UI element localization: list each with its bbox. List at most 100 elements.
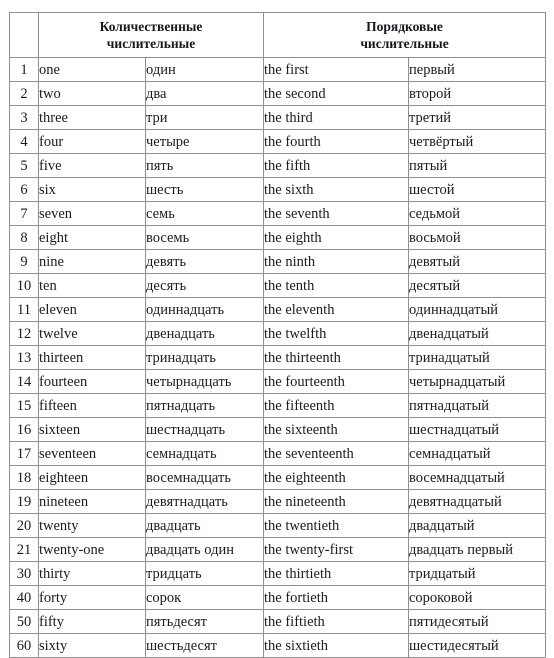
cell-cardinal-ru: четыре <box>145 129 264 154</box>
cell-cardinal-en: eighteen <box>38 465 146 490</box>
cell-ordinal-en: the sixtieth <box>263 633 409 658</box>
header-cardinal-line2: числительные <box>106 36 196 51</box>
cell-cardinal-ru: шесть <box>145 177 264 202</box>
cell-ordinal-en: the fortieth <box>263 585 409 610</box>
cell-ordinal-ru: десятый <box>407 273 547 298</box>
cell-ordinal-en: the twenty-first <box>263 537 409 562</box>
cell-cardinal-en: nineteen <box>38 489 146 514</box>
cell-number: 3 <box>9 105 39 130</box>
cell-ordinal-ru: четырнадцатый <box>407 369 547 394</box>
cell-cardinal-en: fifteen <box>38 393 146 418</box>
cell-cardinal-ru: двенадцать <box>145 321 264 346</box>
cell-ordinal-en: the second <box>263 81 409 106</box>
cell-ordinal-ru: шестой <box>407 177 547 202</box>
table-row: 20 twenty двадцать the twentieth двадцатый <box>9 513 547 538</box>
table-row: 50 fifty пятьдесят the fiftieth пятидесятый <box>9 609 547 634</box>
cell-cardinal-ru: тринадцать <box>145 345 264 370</box>
table-row: 13 thirteen тринадцать the thirteenth тринад… <box>9 345 547 370</box>
cell-ordinal-en: the eighth <box>263 225 409 250</box>
table-row: 60 sixty шестьдесят the sixtieth шестидесяты… <box>9 633 547 658</box>
cell-number: 60 <box>9 633 39 658</box>
numerals-table: Количественные числительные Порядковые ч… <box>9 12 547 658</box>
cell-number: 30 <box>9 561 39 586</box>
table-row: 21 twenty-one двадцать один the twenty-firs… <box>9 537 547 562</box>
header-corner-cell <box>9 12 39 58</box>
cell-ordinal-en: the twentieth <box>263 513 409 538</box>
cell-cardinal-en: twenty <box>38 513 146 538</box>
cell-number: 19 <box>9 489 39 514</box>
cell-number: 6 <box>9 177 39 202</box>
cell-cardinal-en: fourteen <box>38 369 146 394</box>
cell-cardinal-ru: три <box>145 105 264 130</box>
cell-ordinal-ru: пятидесятый <box>407 609 547 634</box>
cell-number: 11 <box>9 297 39 322</box>
cell-number: 7 <box>9 201 39 226</box>
cell-cardinal-ru: семь <box>145 201 264 226</box>
cell-ordinal-ru: девятнадцатый <box>407 489 547 514</box>
cell-cardinal-en: ten <box>38 273 146 298</box>
cell-ordinal-en: the seventh <box>263 201 409 226</box>
cell-cardinal-en: thirty <box>38 561 146 586</box>
cell-cardinal-en: thirteen <box>38 345 146 370</box>
header-ordinal-line2: числительные <box>360 36 449 51</box>
cell-cardinal-en: seventeen <box>38 441 146 466</box>
cell-ordinal-ru: второй <box>407 81 547 106</box>
cell-ordinal-en: the thirtieth <box>263 561 409 586</box>
table-body: 1 one один the first первый 2 two два the second… <box>9 57 547 658</box>
cell-number: 21 <box>9 537 39 562</box>
table-row: 16 sixteen шестнадцать the sixteenth шестнад… <box>9 417 547 442</box>
cell-cardinal-ru: сорок <box>145 585 264 610</box>
cell-number: 16 <box>9 417 39 442</box>
cell-ordinal-ru: тринадцатый <box>407 345 547 370</box>
header-cardinal-line1: Количественные <box>99 19 203 34</box>
cell-ordinal-en: the third <box>263 105 409 130</box>
cell-cardinal-en: seven <box>38 201 146 226</box>
cell-cardinal-ru: тридцать <box>145 561 264 586</box>
table-row: 7 seven семь the seventh седьмой <box>9 201 547 226</box>
cell-ordinal-en: the sixth <box>263 177 409 202</box>
table-row: 3 three три the third третий <box>9 105 547 130</box>
table-row: 2 two два the second второй <box>9 81 547 106</box>
cell-ordinal-ru: четвёртый <box>407 129 547 154</box>
cell-cardinal-ru: четырнадцать <box>145 369 264 394</box>
cell-cardinal-en: three <box>38 105 146 130</box>
cell-cardinal-ru: семнадцать <box>145 441 264 466</box>
cell-cardinal-ru: девять <box>145 249 264 274</box>
header-ordinal-line1: Порядковые <box>366 19 443 34</box>
cell-ordinal-ru: одиннадцатый <box>407 297 547 322</box>
cell-cardinal-en: five <box>38 153 146 178</box>
cell-number: 14 <box>9 369 39 394</box>
cell-number: 10 <box>9 273 39 298</box>
cell-ordinal-ru: пятый <box>407 153 547 178</box>
cell-ordinal-en: the fiftieth <box>263 609 409 634</box>
header-row: Количественные числительные Порядковые ч… <box>9 12 547 58</box>
cell-cardinal-ru: одиннадцать <box>145 297 264 322</box>
header-cardinal-numerals: Количественные числительные <box>38 12 264 58</box>
cell-number: 4 <box>9 129 39 154</box>
cell-number: 18 <box>9 465 39 490</box>
cell-cardinal-ru: восемнадцать <box>145 465 264 490</box>
cell-number: 20 <box>9 513 39 538</box>
cell-cardinal-ru: пять <box>145 153 264 178</box>
cell-cardinal-ru: два <box>145 81 264 106</box>
cell-ordinal-ru: семнадцатый <box>407 441 547 466</box>
cell-cardinal-en: eight <box>38 225 146 250</box>
cell-number: 1 <box>9 57 39 82</box>
cell-number: 50 <box>9 609 39 634</box>
cell-ordinal-en: the seventeenth <box>263 441 409 466</box>
cell-ordinal-ru: двадцатый <box>407 513 547 538</box>
cell-cardinal-en: forty <box>38 585 146 610</box>
table-row: 11 eleven одиннадцать the eleventh одиннадца… <box>9 297 547 322</box>
cell-number: 12 <box>9 321 39 346</box>
cell-ordinal-en: the tenth <box>263 273 409 298</box>
cell-cardinal-ru: десять <box>145 273 264 298</box>
table-row: 9 nine девять the ninth девятый <box>9 249 547 274</box>
table-row: 8 eight восемь the eighth восьмой <box>9 225 547 250</box>
cell-cardinal-ru: один <box>145 57 264 82</box>
cell-ordinal-en: the first <box>263 57 409 82</box>
cell-ordinal-en: the fourteenth <box>263 369 409 394</box>
table-row: 12 twelve двенадцать the twelfth двенадцатый <box>9 321 547 346</box>
table-row: 6 six шесть the sixth шестой <box>9 177 547 202</box>
table-row: 30 thirty тридцать the thirtieth тридцатый <box>9 561 547 586</box>
table-row: 17 seventeen семнадцать the seventeenth семн… <box>9 441 547 466</box>
